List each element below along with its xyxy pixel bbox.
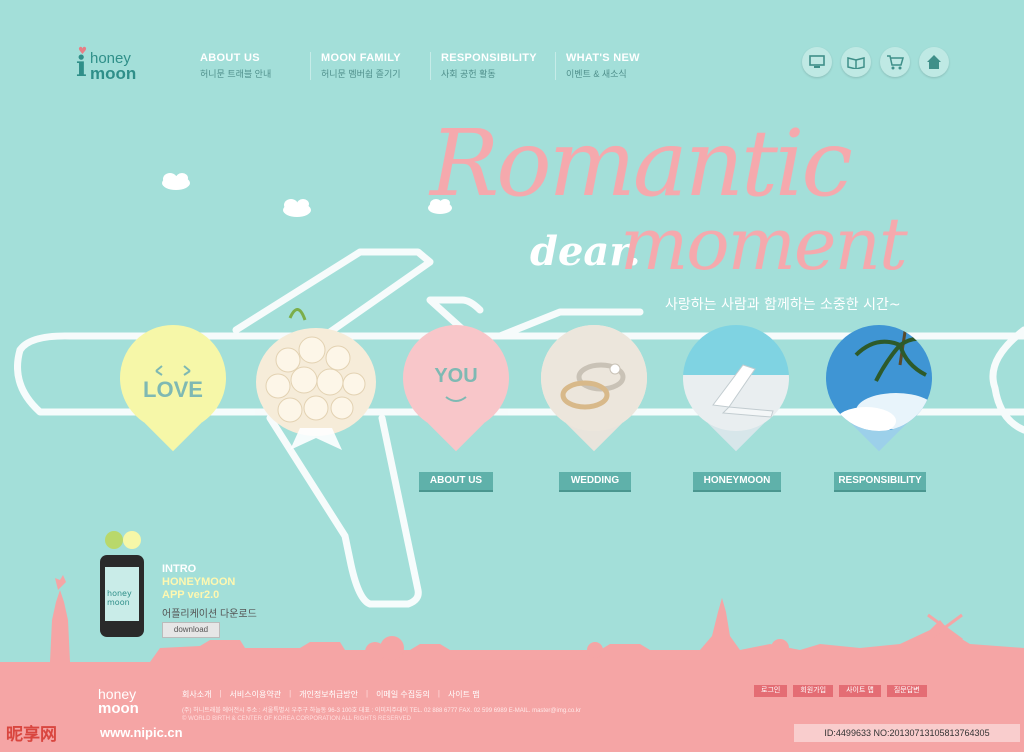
footer-link-privacy[interactable]: 개인정보취급방안 xyxy=(299,689,358,700)
sitemap-button[interactable]: 사이트 맵 xyxy=(839,685,881,697)
main-nav: ABOUT US 허니문 트래블 안내 MOON FAMILY 허니문 멤버쉽 … xyxy=(190,52,680,80)
book-icon[interactable] xyxy=(841,47,871,77)
footer-logo-line2: moon xyxy=(98,700,139,717)
app-line3: APP ver2.0 xyxy=(162,589,220,601)
beach-chair-image xyxy=(683,325,789,431)
footer-link-company[interactable]: 회사소개 xyxy=(182,689,211,700)
qna-button[interactable]: 질문답변 xyxy=(886,685,927,697)
pin-love[interactable]: LOVE xyxy=(120,325,226,457)
separator: | xyxy=(219,689,222,698)
download-button[interactable]: download xyxy=(162,622,220,638)
watermark-site-name: 昵享网 xyxy=(6,725,57,745)
nav-item-whats-new[interactable]: WHAT'S NEW 이벤트 & 새소식 xyxy=(555,52,680,80)
nav-title: RESPONSIBILITY xyxy=(441,52,537,64)
bouquet-image[interactable] xyxy=(250,300,382,450)
app-line4: 어플리케이션 다운로드 xyxy=(162,609,257,620)
phone-screen-logo: honey moon xyxy=(107,589,132,607)
footer-link-sitemap[interactable]: 사이트 맵 xyxy=(448,689,480,700)
top-icon-bar xyxy=(802,47,949,77)
pin-wedding-photo[interactable] xyxy=(541,325,647,457)
logo[interactable]: ♥ i honey moon xyxy=(76,44,166,84)
hero-tagline: 사랑하는 사람과 함께하는 소중한 시간~ xyxy=(665,297,901,313)
footer-link-terms[interactable]: 서비스이용약관 xyxy=(230,689,282,700)
hero-romantic-text: Romantic xyxy=(430,110,853,217)
palm-tree-image xyxy=(826,325,932,431)
separator: | xyxy=(366,689,369,698)
logo-letter: i xyxy=(76,50,87,83)
nav-title: ABOUT US xyxy=(200,52,260,64)
responsibility-button[interactable]: RESPONSIBILITY xyxy=(834,472,926,490)
nav-item-about[interactable]: ABOUT US 허니문 트래블 안내 xyxy=(190,52,310,80)
nav-title: MOON FAMILY xyxy=(321,52,401,64)
separator: | xyxy=(289,689,292,698)
pin-you[interactable]: YOU xyxy=(403,325,509,457)
nav-sub: 허니문 트래블 안내 xyxy=(200,69,272,79)
footer-info: (주) 허니트래블 에어전시 주소 : 서울특별시 우주구 하늘동 96-3 1… xyxy=(182,708,581,714)
app-line1: INTRO xyxy=(162,563,197,575)
logo-line2: moon xyxy=(90,64,137,83)
app-line2: HONEYMOON xyxy=(162,576,236,588)
nav-sub: 허니문 멤버쉽 즐기기 xyxy=(321,69,401,79)
cloud-icon xyxy=(162,173,190,190)
hero-moment: moment xyxy=(620,202,908,286)
app-promo[interactable]: INTRO HONEYMOON APP ver2.0 어플리케이션 다운로드 xyxy=(162,563,257,620)
pin-love-label: LOVE xyxy=(143,377,203,402)
watermark-site-url: www.nipic.cn xyxy=(100,725,183,740)
footer-buttons: 로그인 회원가입 사이트 맵 질문답변 xyxy=(754,685,927,697)
honeymoon-button[interactable]: HONEYMOON xyxy=(693,472,781,490)
computer-icon[interactable] xyxy=(802,47,832,77)
rings-image xyxy=(541,325,647,431)
footer-logo[interactable]: honey moon xyxy=(98,686,168,720)
nav-sub: 사회 공헌 활동 xyxy=(441,69,496,79)
footer-link-email[interactable]: 이메일 수집동의 xyxy=(376,689,430,700)
pin-honeymoon-photo[interactable] xyxy=(683,325,789,457)
pin-responsibility-photo[interactable] xyxy=(826,325,932,457)
nav-sub: 이벤트 & 새소식 xyxy=(566,69,627,79)
phone-screen: honey moon xyxy=(105,567,139,621)
footer-links: 회사소개 | 서비스이용약관 | 개인정보취급방안 | 이메일 수집동의 | 사… xyxy=(182,689,480,700)
wink-eyes-icon xyxy=(155,365,191,376)
watermark-id: ID:4499633 NO:20130713105813764305 xyxy=(794,724,1020,742)
hero-title-romantic: Romantic xyxy=(430,118,853,210)
about-us-button[interactable]: ABOUT US xyxy=(419,472,493,490)
footer-copyright: © WORLD BIRTH & CENTER OF KOREA CORPORAT… xyxy=(182,716,411,722)
home-icon[interactable] xyxy=(919,47,949,77)
app-bubble-icon xyxy=(105,531,141,549)
smile-icon xyxy=(445,396,467,402)
phone-image: honey moon xyxy=(100,555,144,637)
cloud-icon xyxy=(283,199,311,217)
nav-item-moon-family[interactable]: MOON FAMILY 허니문 멤버쉽 즐기기 xyxy=(310,52,430,80)
nav-item-responsibility[interactable]: RESPONSIBILITY 사회 공헌 활동 xyxy=(430,52,555,80)
wedding-button[interactable]: WEDDING xyxy=(559,472,631,490)
separator: | xyxy=(437,689,440,698)
pin-you-label: YOU xyxy=(434,365,478,387)
cart-icon[interactable] xyxy=(880,47,910,77)
login-button[interactable]: 로그인 xyxy=(754,685,788,697)
signup-button[interactable]: 회원가입 xyxy=(793,685,834,697)
nav-title: WHAT'S NEW xyxy=(566,52,640,64)
